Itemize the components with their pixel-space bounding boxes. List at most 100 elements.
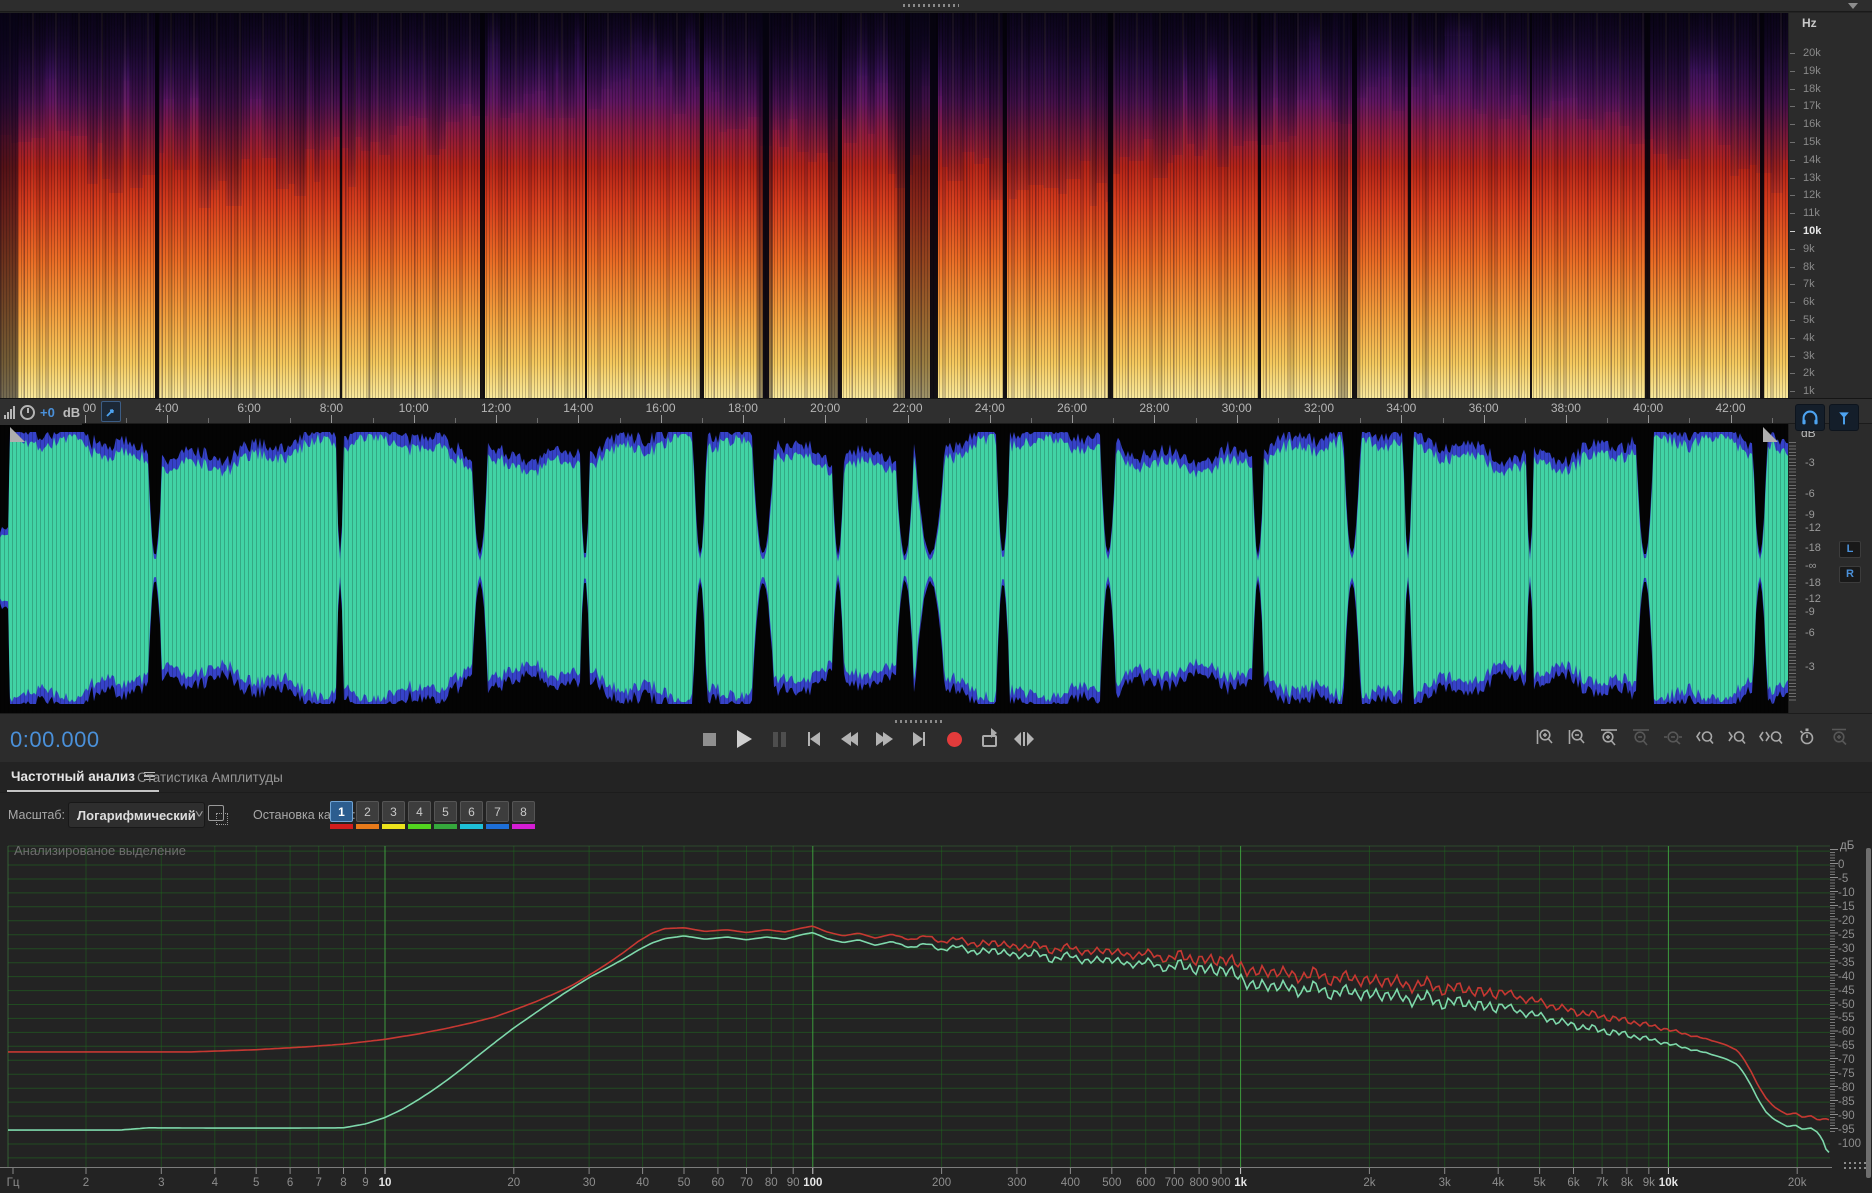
time-label: 20:00 [810,401,841,415]
scale-dropdown[interactable]: Логарифмический ˅ [68,802,205,828]
hold-frame-7-button[interactable]: 7 [486,801,509,829]
pause-button[interactable] [768,728,790,750]
panel-menu-triangle-icon[interactable] [1848,3,1858,9]
panel-divider-grip[interactable] [903,4,959,7]
graph-scrollbar[interactable] [1866,848,1871,1178]
time-label: 22:00 [892,401,923,415]
time-label: 36:00 [1468,401,1499,415]
time-label: 34:00 [1386,401,1417,415]
transport-bar: 0:00.000 [0,713,1872,762]
graph-x-tick-label: 10 [378,1177,392,1189]
zoom-to-selection-button[interactable] [1758,726,1786,748]
gain-value[interactable]: +0 [40,405,55,420]
zoom-at-out-point-button[interactable] [1726,726,1748,748]
graph-x-tick-label: 600 [1136,1177,1156,1189]
clock-icon[interactable] [20,404,35,420]
timeline-ruler[interactable]: 2:00 4:00 6:00 8:00 10:00 12:00 14:00 16:00 18:0… [0,398,1872,425]
hold-frame-buttons: 12345678 [330,801,535,829]
panel-resize-grip[interactable] [1844,1162,1866,1170]
graph-x-tick-label: 5 [252,1177,260,1189]
frequency-tick-label: 7k [1803,278,1815,290]
pin-playhead-button[interactable] [101,401,121,422]
skip-selection-button[interactable] [1013,728,1035,750]
hold-frame-6-button[interactable]: 6 [460,801,483,829]
graph-x-tick-label: 80 [764,1177,778,1189]
zoom-at-in-point-button[interactable] [1694,726,1716,748]
graph-y-tick-label: -5 [1838,873,1849,885]
time-label: 42:00 [1715,401,1746,415]
skip-to-end-button[interactable] [908,728,930,750]
frequency-scale: Hz 20k 19k 18k 17k 16k 15k 14k 13k 12k 11k 10k 9k 8k… [1788,13,1872,398]
track-gap [1530,13,1532,398]
zoom-in-time-button[interactable] [1598,726,1620,748]
hold-frame-8-button[interactable]: 8 [512,801,535,829]
zoom-full-button[interactable] [1828,726,1850,748]
amplitude-tick-label: -18 [1805,542,1821,554]
hold-frame-5-button[interactable]: 5 [434,801,457,829]
zoom-out-time-button[interactable] [1630,726,1652,748]
amplitude-tick-label: -9 [1805,509,1815,521]
level-meter-icon[interactable] [4,405,15,419]
track-gap [155,13,159,398]
rewind-button[interactable] [838,728,860,750]
graph-x-tick-label: 700 [1164,1177,1184,1189]
hold-frame-2-button[interactable]: 2 [356,801,379,829]
graph-y-tick-label: -45 [1838,984,1855,997]
fast-forward-button[interactable] [873,728,895,750]
channel-left-button[interactable]: L [1839,541,1861,558]
graph-y-tick-label: -75 [1838,1068,1855,1081]
hold-frame-4-button[interactable]: 4 [408,801,431,829]
zoom-out-amplitude-button[interactable] [1566,726,1588,748]
amplitude-tick-label: -12 [1805,593,1821,605]
graph-x-tick-label: 8 [340,1177,347,1189]
analysis-controls: Масштаб: Логарифмический ˅ Остановка кад… [0,793,1872,840]
graph-y-tick-label: -95 [1838,1124,1855,1137]
frequency-tick-label: 14k [1803,154,1821,166]
graph-x-tick-label: 3k [1438,1177,1451,1189]
record-button[interactable] [943,728,965,750]
hold-frame-1-button[interactable]: 1 [330,801,353,829]
graph-x-tick-label: 800 [1189,1177,1209,1189]
graph-y-unit-label: дБ [1840,840,1855,852]
time-label: 14:00 [563,401,594,415]
graph-x-tick-label: 100 [803,1177,823,1189]
copy-frame-icon[interactable] [208,805,228,825]
graph-x-tick-label: 900 [1211,1177,1231,1189]
graph-x-tick-label: 70 [740,1177,753,1189]
monitor-headphones-button[interactable] [1795,404,1825,431]
graph-x-tick-label: 2k [1363,1177,1376,1189]
graph-x-tick-label: 10k [1658,1177,1678,1189]
graph-x-tick-label: 400 [1060,1177,1080,1189]
spectrogram-view[interactable] [0,13,1788,398]
time-label: 8:00 [319,401,344,415]
playhead-time-display[interactable]: 0:00.000 [10,727,100,753]
play-button[interactable] [733,728,755,750]
gain-controls: +0 dB [0,399,82,425]
curve-right-channel [8,931,1830,1153]
graph-x-tick-label: 6k [1567,1177,1580,1189]
skip-to-start-button[interactable] [803,728,825,750]
tab-amplitude-statistics[interactable]: Статистика Амплитуды [133,762,287,792]
panel-divider-grip[interactable] [895,720,945,723]
time-label: 18:00 [727,401,758,415]
stop-button[interactable] [698,728,720,750]
frequency-tick-label: 18k [1803,83,1821,95]
spectrogram-panel-header [0,0,1872,12]
graph-y-tick-label: -90 [1838,1110,1855,1123]
graph-y-tick-label: -25 [1838,928,1855,941]
amplitude-tick-label: -12 [1805,522,1821,534]
graph-y-tick-label: -60 [1838,1026,1855,1039]
zoom-reset-button[interactable] [1662,726,1684,748]
hold-frame-3-button[interactable]: 3 [382,801,405,829]
loop-playback-button[interactable] [978,728,1000,750]
zoom-toolbar [1534,726,1850,748]
channel-right-button[interactable]: R [1839,566,1861,583]
graph-x-tick-label: 20k [1787,1177,1807,1189]
frequency-analysis-graph[interactable]: Анализированое выделение дБ 0 -5 -10 -15 -20… [0,840,1872,1193]
frequency-tick-label: 4k [1803,332,1815,344]
zoom-in-amplitude-button[interactable] [1534,726,1556,748]
pitch-pin-button[interactable] [1829,404,1859,431]
waveform-view[interactable] [0,424,1788,713]
graph-x-tick-label: 6 [286,1177,294,1189]
zoom-time-window-button[interactable] [1796,726,1818,748]
